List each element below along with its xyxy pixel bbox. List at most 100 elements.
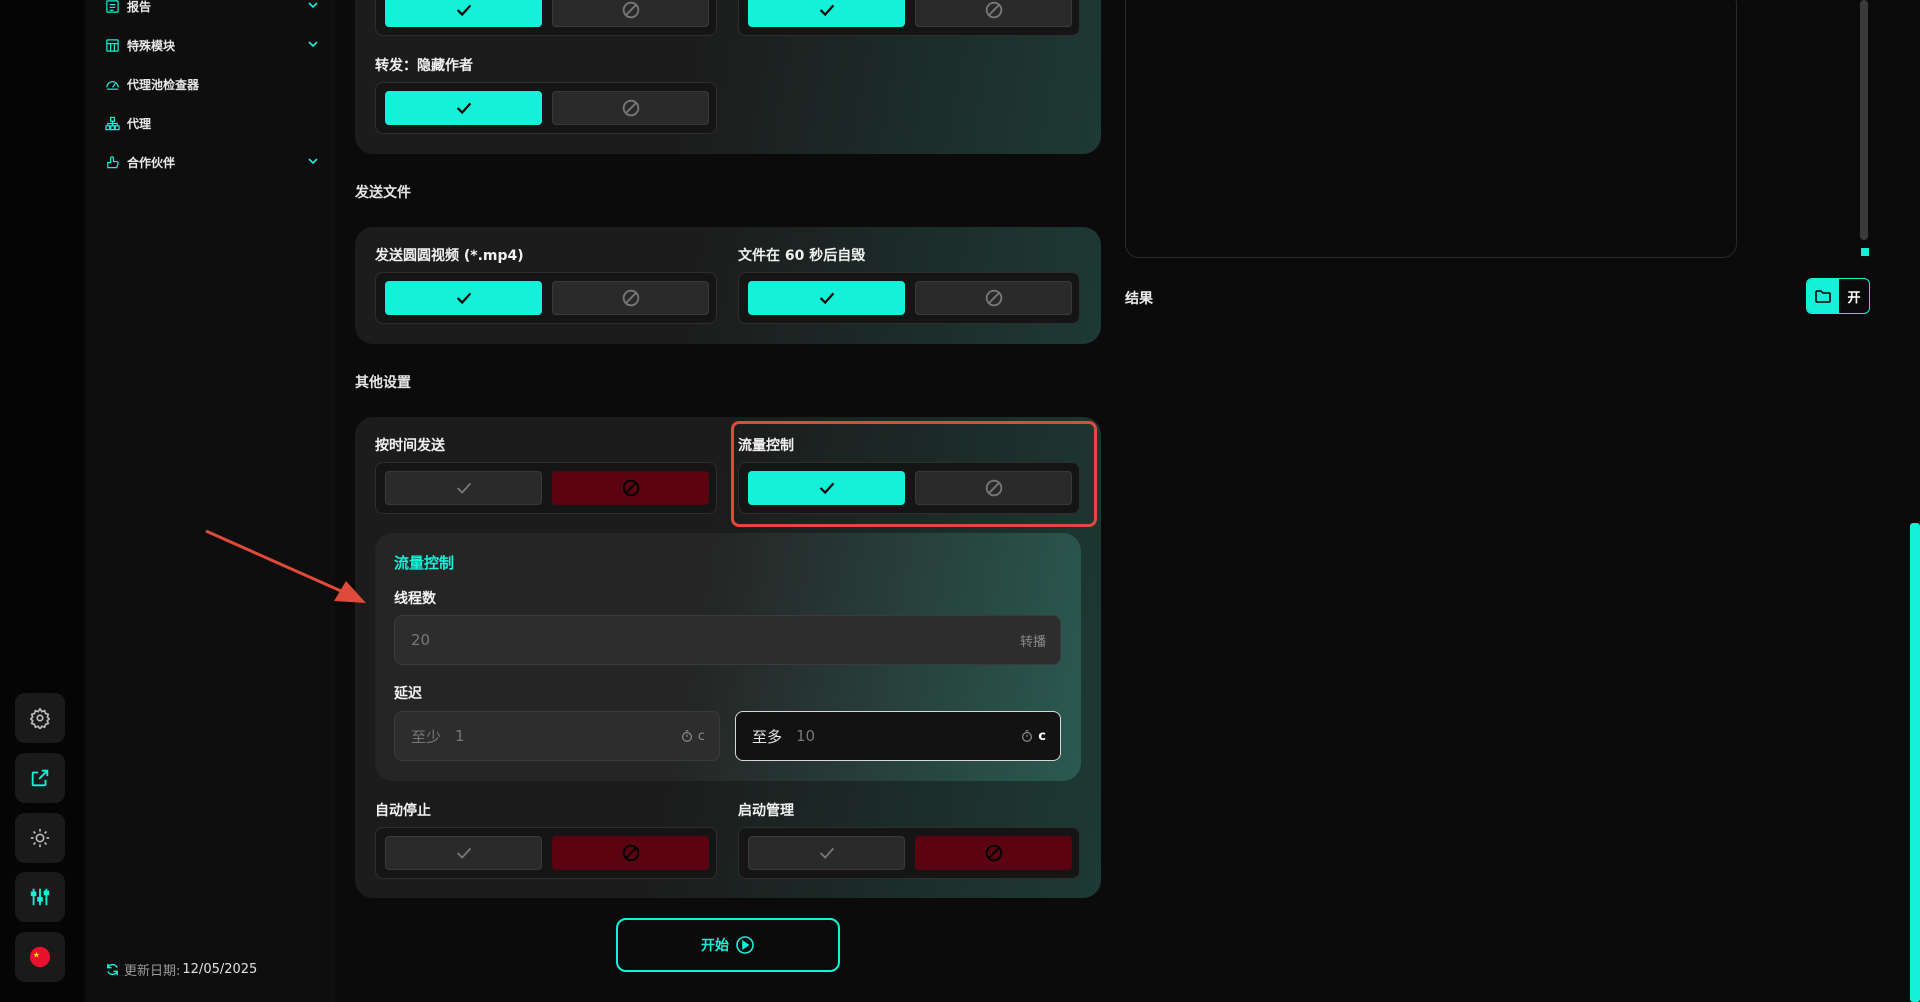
chevron-down-icon[interactable]	[306, 0, 320, 12]
enable-option[interactable]	[385, 0, 542, 27]
sliders-button[interactable]	[15, 872, 65, 922]
gear-icon	[29, 707, 51, 729]
log-output-area[interactable]	[1125, 0, 1737, 258]
forward-toggle-b	[738, 0, 1080, 36]
china-flag-icon	[29, 946, 51, 968]
threads-input[interactable]: 20 转播	[394, 615, 1061, 665]
self-destruct-label: 文件在 60 秒后自毁	[738, 248, 866, 264]
enable-option[interactable]	[385, 281, 542, 315]
page-scrollbar[interactable]	[1910, 523, 1920, 1002]
enable-option[interactable]	[385, 836, 542, 870]
timer-icon	[1022, 730, 1033, 742]
disable-option[interactable]	[552, 91, 709, 125]
update-info: 更新日期: 12/05/2025	[105, 960, 257, 979]
threads-suffix: 转播	[1019, 634, 1046, 650]
ban-icon	[622, 99, 639, 117]
delay-max-value: 10	[796, 727, 816, 745]
enable-option[interactable]	[385, 91, 542, 125]
auto-stop-label: 自动停止	[375, 803, 431, 819]
external-link-icon	[31, 769, 49, 787]
disable-option[interactable]	[552, 471, 709, 505]
resize-handle[interactable]	[1861, 248, 1869, 256]
sidebar-item-label: 代理池检查器	[127, 77, 200, 92]
chevron-down-icon[interactable]	[306, 37, 320, 51]
checker-icon	[105, 76, 121, 92]
disable-option[interactable]	[552, 281, 709, 315]
delay-label: 延迟	[394, 686, 422, 702]
settings-button[interactable]	[15, 693, 65, 743]
external-link-button[interactable]	[15, 753, 65, 803]
disable-option[interactable]	[915, 836, 1072, 870]
module-icon	[105, 37, 121, 53]
disable-option[interactable]	[552, 836, 709, 870]
hide-author-label: 转发：隐藏作者	[375, 58, 473, 74]
schedule-label: 按时间发送	[375, 438, 445, 454]
send-files-title: 发送文件	[355, 185, 411, 201]
app-root: 报告 特殊模块 代理池检查器 代理 合作伙伴 更新日期: 12/05/2025	[0, 0, 1920, 1002]
ban-icon	[622, 1, 639, 19]
check-icon	[456, 482, 471, 494]
schedule-toggle	[375, 462, 717, 514]
check-icon	[456, 102, 471, 115]
ban-icon	[622, 844, 639, 862]
timer-icon	[681, 730, 692, 742]
delay-max-input[interactable]: 至多 10 c	[735, 711, 1061, 761]
check-icon	[456, 292, 471, 305]
delay-unit: c	[680, 729, 705, 744]
sidebar-item-label: 特殊模块	[127, 38, 176, 53]
update-label: 更新日期:	[124, 964, 181, 979]
self-destruct-toggle	[738, 272, 1080, 324]
flow-control-title: 流量控制	[394, 554, 455, 572]
enable-option[interactable]	[748, 0, 905, 27]
start-manage-label: 启动管理	[738, 803, 794, 819]
check-icon	[819, 292, 834, 305]
threads-value: 20	[411, 631, 431, 649]
folder-icon	[1815, 290, 1831, 303]
enable-option[interactable]	[385, 471, 542, 505]
sidebar-item-label: 合作伙伴	[127, 155, 176, 170]
sidebar-item-reports[interactable]: 报告	[105, 0, 320, 18]
language-button[interactable]	[15, 932, 65, 982]
enable-option[interactable]	[748, 281, 905, 315]
update-date: 12/05/2025	[182, 962, 258, 977]
sliders-icon	[30, 888, 50, 906]
report-icon	[105, 0, 121, 14]
sidebar-item-special-modules[interactable]: 特殊模块	[105, 33, 320, 57]
sidebar-item-partners[interactable]: 合作伙伴	[105, 150, 320, 174]
sun-icon	[30, 828, 50, 848]
start-manage-toggle	[738, 827, 1080, 879]
ban-icon	[985, 289, 1002, 307]
disable-option[interactable]	[915, 281, 1072, 315]
disable-option[interactable]	[552, 0, 709, 27]
highlight-box	[731, 421, 1097, 527]
ban-icon	[985, 844, 1002, 862]
open-label: 开	[1847, 290, 1861, 306]
delay-unit: c	[1020, 729, 1046, 744]
threads-label: 线程数	[394, 591, 436, 607]
disable-option[interactable]	[915, 0, 1072, 27]
ban-icon	[622, 479, 639, 497]
check-icon	[819, 4, 834, 17]
start-button[interactable]: 开始	[616, 918, 840, 972]
sidebar-item-proxy-checker[interactable]: 代理池检查器	[105, 72, 320, 96]
delay-min-input[interactable]: 至少 1 c	[394, 711, 720, 761]
check-icon	[456, 4, 471, 17]
refresh-icon	[107, 963, 118, 976]
icon-rail	[0, 0, 85, 1002]
sidebar: 报告 特殊模块 代理池检查器 代理 合作伙伴 更新日期: 12/05/2025	[85, 0, 335, 1002]
round-video-label: 发送圆圆视频 (*.mp4)	[375, 248, 524, 264]
chevron-down-icon[interactable]	[306, 154, 320, 168]
result-label: 结果	[1125, 291, 1153, 307]
forward-toggle-a	[375, 0, 717, 36]
sidebar-item-proxy[interactable]: 代理	[105, 111, 320, 135]
ban-icon	[985, 1, 1002, 19]
auto-stop-toggle	[375, 827, 717, 879]
partner-icon	[105, 154, 121, 170]
enable-option[interactable]	[748, 836, 905, 870]
delay-min-prefix: 至少	[411, 727, 442, 746]
theme-toggle-button[interactable]	[15, 813, 65, 863]
open-results-button[interactable]: 开	[1806, 278, 1870, 314]
check-icon	[819, 847, 834, 859]
log-scrollbar[interactable]	[1860, 0, 1868, 240]
proxy-icon	[105, 115, 121, 131]
